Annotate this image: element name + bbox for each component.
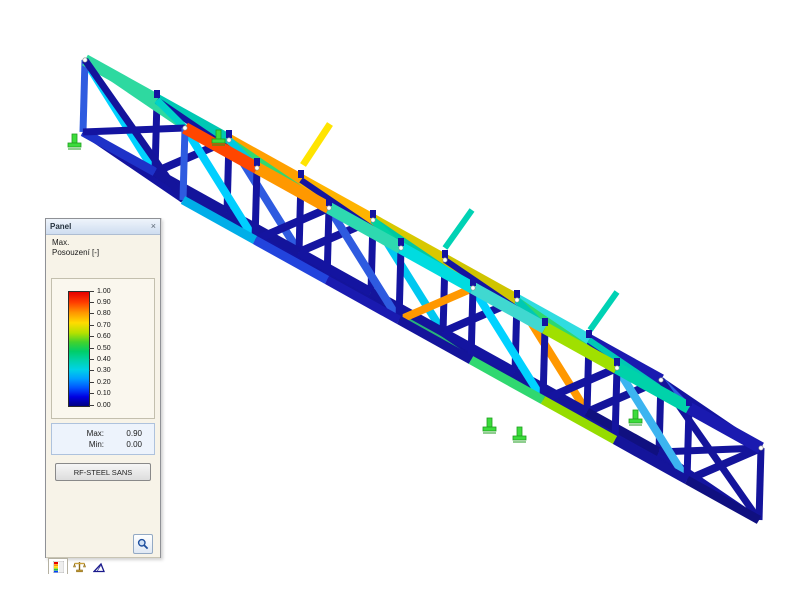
truss-structure (68, 58, 763, 520)
result-unit-label: Posouzení [-] (46, 247, 160, 257)
panel-body: Max. Posouzení [-] 1.00 0.90 0.80 0.70 0.60 0… (46, 235, 160, 557)
min-label: Min: (52, 440, 104, 449)
panel-titlebar[interactable]: Panel × (46, 219, 160, 235)
legend-tick: 0.60 (89, 333, 111, 341)
panel-window[interactable]: Panel × Max. Posouzení [-] 1.00 0.90 0.80 0… (45, 218, 161, 558)
application-window: Panel × Max. Posouzení [-] 1.00 0.90 0.80 0… (0, 0, 800, 600)
legend-colorbar (68, 291, 90, 407)
magnifier-button[interactable] (133, 534, 153, 554)
color-scale-icon (53, 561, 64, 573)
magnifier-icon (137, 538, 149, 550)
legend-tick: 0.30 (89, 367, 111, 375)
set-square-icon (93, 561, 105, 573)
tab-color-scale[interactable] (48, 558, 68, 574)
legend-tick: 0.20 (89, 378, 111, 386)
result-type-label: Max. (46, 235, 160, 247)
tab-set-square[interactable] (90, 559, 108, 574)
max-label: Max: (52, 429, 104, 438)
legend-tick: 0.80 (89, 310, 111, 318)
scales-icon (73, 561, 86, 573)
legend-tick: 0.70 (89, 321, 111, 329)
panel-tab-bar (46, 557, 160, 574)
legend-tick: 0.00 (89, 401, 111, 409)
legend-tick: 0.10 (89, 390, 111, 398)
legend-tick: 0.90 (89, 298, 111, 306)
close-icon[interactable]: × (151, 222, 156, 231)
stats-max-row: Max: 0.90 (52, 429, 154, 438)
panel-title: Panel (50, 222, 151, 231)
tab-scales[interactable] (70, 559, 88, 574)
legend-ticks: 1.000.900.800.700.600.500.400.300.200.10… (89, 291, 149, 405)
stats-min-row: Min: 0.00 (52, 440, 154, 449)
legend-tick: 0.40 (89, 355, 111, 363)
legend-tick: 0.50 (89, 344, 111, 352)
legend-box: 1.00 0.90 0.80 0.70 0.60 0.50 0.40 0.30 0.20 0.10… (51, 278, 155, 419)
rf-steel-sans-button[interactable]: RF-STEEL SANS (55, 463, 151, 481)
stats-box: Max: 0.90 Min: 0.00 (51, 423, 155, 455)
min-value: 0.00 (104, 440, 142, 449)
legend-tick: 1.00 (89, 287, 111, 295)
max-value: 0.90 (104, 429, 142, 438)
